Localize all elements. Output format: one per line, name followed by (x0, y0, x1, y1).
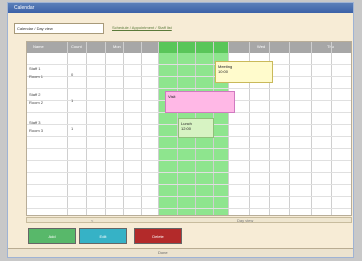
horizontal-scrollbar[interactable]: < Day view (26, 217, 352, 223)
status-text: Done (158, 250, 168, 255)
row-1-count: 0 (71, 72, 74, 77)
grid-row-line (27, 148, 351, 149)
grid-row-line (27, 196, 351, 197)
grid-row-line (27, 76, 351, 77)
grid-divider (86, 42, 87, 215)
today-header (158, 42, 228, 53)
event-title: Visit (168, 94, 176, 99)
grid-row-line (27, 88, 351, 89)
view-tab[interactable]: Calendar / Day view (14, 23, 104, 34)
delete-button[interactable]: Delete (134, 228, 182, 244)
edit-button[interactable]: Edit (79, 228, 127, 244)
event-card[interactable]: Lunch 12:00 (178, 118, 214, 138)
event-card[interactable]: Visit (165, 91, 235, 113)
grid-divider (331, 42, 332, 215)
header-day-3: Wed (257, 44, 266, 49)
title-bar: Calendar (8, 3, 353, 13)
grid-divider (67, 42, 68, 215)
grid-row-line (27, 64, 351, 65)
row-2-count: 1 (71, 98, 74, 103)
event-detail: 12:00 (181, 126, 192, 131)
row-3-name: Staff 3 (29, 120, 41, 125)
event-card[interactable]: Meeting 10:00 (215, 61, 273, 83)
schedule-link[interactable]: Schedule / Appointment / Staff list (110, 23, 242, 32)
row-2-name: Staff 2 (29, 92, 41, 97)
scroll-right-label: Day view (237, 218, 254, 223)
row-3-count: 1 (71, 126, 74, 131)
header-count: Count (71, 44, 82, 49)
grid-divider (141, 42, 142, 215)
row-1-name: Staff 1 (29, 66, 41, 71)
row-3-subtitle: Room 3 (29, 128, 44, 133)
row-2-subtitle: Room 2 (29, 100, 44, 105)
row-1-subtitle: Room 1 (29, 74, 44, 79)
header-day-1: Mon (113, 44, 121, 49)
grid-divider (289, 42, 290, 215)
scroll-left-label: < (91, 218, 94, 223)
grid-row-line (27, 208, 351, 209)
grid-divider (158, 42, 159, 215)
add-button[interactable]: Add (28, 228, 76, 244)
status-bar: Done (8, 248, 353, 257)
app-window: Calendar Calendar / Day view Schedule / … (7, 2, 354, 258)
grid-row-line (27, 160, 351, 161)
grid-divider (123, 42, 124, 215)
header-name: Name (33, 44, 44, 49)
grid-divider (311, 42, 312, 215)
grid-row-line (27, 172, 351, 173)
grid-row-line (27, 184, 351, 185)
event-detail: 10:00 (218, 69, 229, 74)
window-title: Calendar (14, 5, 35, 11)
grid-divider (105, 42, 106, 215)
